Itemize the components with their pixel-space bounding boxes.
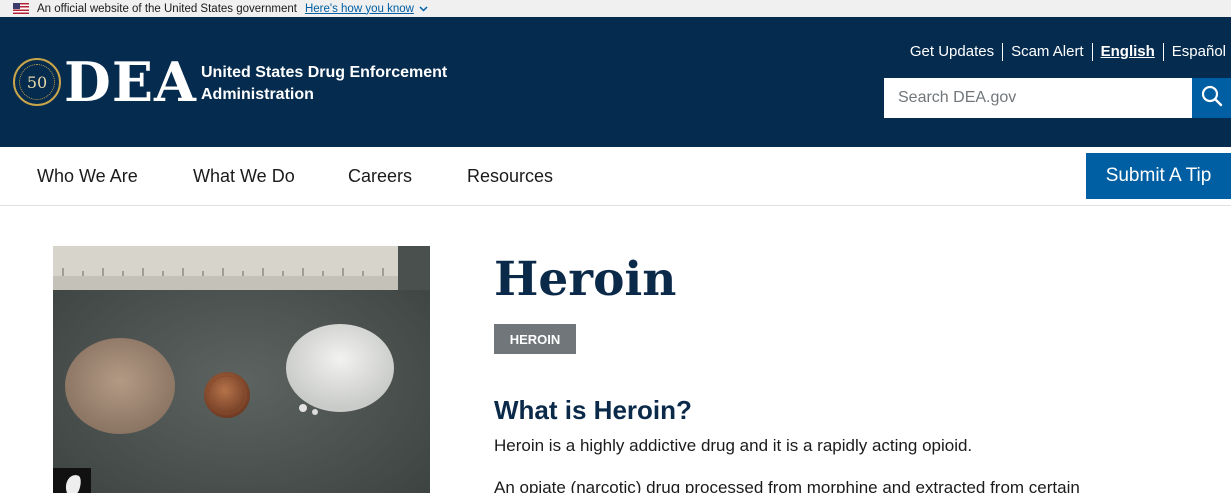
nav-resources[interactable]: Resources [467, 166, 553, 186]
espanol-language-link[interactable]: Español [1164, 43, 1226, 61]
scam-alert-link[interactable]: Scam Alert [1003, 43, 1092, 61]
gov-banner-text: An official website of the United States… [37, 2, 297, 15]
chevron-down-icon [419, 4, 428, 14]
english-language-link[interactable]: English [1093, 43, 1163, 61]
us-flag-icon [13, 3, 29, 14]
search-form [884, 78, 1231, 118]
nav-who-we-are[interactable]: Who We Are [37, 166, 138, 186]
main-nav: Who We Are What We Do Careers Resources … [0, 147, 1231, 206]
search-button[interactable] [1192, 78, 1231, 118]
dea-50th-anniversary-seal[interactable]: 50 [13, 58, 61, 106]
agency-name-line1: United States Drug Enforcement [201, 64, 448, 81]
heres-how-you-know-link[interactable]: Here's how you know [305, 3, 428, 15]
agency-name-line2: Administration [201, 86, 314, 103]
site-header: 50 DEA United States Drug Enforcement Ad… [0, 17, 1231, 147]
search-icon [1201, 85, 1223, 112]
paragraph: Heroin is a highly addictive drug and it… [494, 436, 973, 455]
gov-banner: An official website of the United States… [0, 0, 1231, 17]
seal-ring [19, 64, 55, 100]
page-title: Heroin [494, 252, 677, 307]
utility-nav: Get Updates Scam Alert English Español [902, 43, 1226, 61]
agency-name[interactable]: United States Drug Enforcement Administr… [201, 62, 447, 106]
submit-a-tip-button[interactable]: Submit A Tip [1086, 153, 1231, 199]
paragraph: An opiate (narcotic) drug processed from… [494, 478, 1080, 493]
search-input[interactable] [884, 78, 1192, 118]
topic-tag[interactable]: HEROIN [494, 324, 576, 354]
nav-careers[interactable]: Careers [348, 166, 412, 186]
nav-what-we-do[interactable]: What We Do [193, 166, 295, 186]
heres-how-you-know-label: Here's how you know [304, 2, 414, 15]
dea-logo-wordmark[interactable]: DEA [64, 51, 197, 113]
get-updates-link[interactable]: Get Updates [902, 43, 1002, 61]
heroin-sample-photo [53, 246, 430, 493]
section-heading: What is Heroin? [494, 395, 692, 425]
